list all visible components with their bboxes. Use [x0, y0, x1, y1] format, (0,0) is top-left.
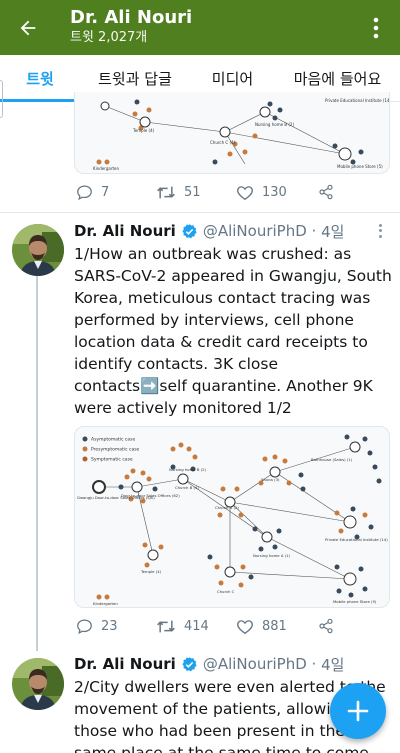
diagram-label: Church A (2): [215, 505, 239, 510]
retweet-count: 51: [184, 184, 201, 200]
tweet-count: 트윗 2,027개: [70, 30, 148, 45]
diagram-label: Private Educational Institute (14): [325, 537, 388, 542]
app-bar: Dr. Ali Nouri 트윗 2,027개: [0, 0, 400, 55]
retweet-button[interactable]: 51: [156, 184, 236, 201]
like-button[interactable]: 130: [236, 184, 318, 201]
like-count: 130: [262, 184, 287, 200]
more-options-button[interactable]: [366, 15, 386, 41]
more-vertical-icon: [373, 17, 379, 39]
tweet-time: 4일: [321, 655, 345, 674]
share-button[interactable]: [318, 184, 334, 200]
tweet-divider: [0, 212, 400, 213]
share-button[interactable]: [318, 618, 334, 634]
retweet-button[interactable]: 414: [156, 618, 236, 635]
arrow-left-icon: [20, 20, 36, 36]
diagram-label: Sauna (3): [261, 477, 280, 482]
diagram-label: Temple (4): [140, 569, 162, 574]
heart-icon: [237, 619, 253, 634]
compose-tweet-button[interactable]: [330, 683, 386, 739]
network-diagram-icon: Temple (4) Nursing home B (2) Private Edu…: [93, 98, 390, 171]
network-diagram-icon: Asymptomatic case Presymptomatic case Sy…: [77, 434, 388, 606]
author-name[interactable]: Dr. Ali Nouri: [74, 222, 176, 240]
verified-icon: [182, 656, 197, 671]
reply-icon: [77, 184, 92, 200]
previous-tweet-actions: 7 51 130: [76, 181, 376, 203]
compose-plus-icon: [347, 700, 369, 722]
tweet-header: Dr. Ali Nouri @AliNouriPhD · 4일: [74, 653, 344, 675]
author-name[interactable]: Dr. Ali Nouri: [74, 655, 176, 673]
reply-icon: [77, 618, 92, 634]
tweet-header: Dr. Ali Nouri @AliNouriPhD · 4일: [74, 220, 344, 242]
thread-connector: [36, 276, 38, 651]
svg-text:Nursing home B (2): Nursing home B (2): [255, 122, 294, 127]
svg-text:Private Educational Institute: Private Educational Institute (14): [325, 98, 390, 103]
svg-text:Church C (4): Church C (4): [210, 140, 236, 145]
svg-text:Mobile phone Store (5): Mobile phone Store (5): [337, 164, 383, 169]
diagram-label: Gwangju Door-to-door Sales Offices (SJS): [77, 495, 155, 500]
reply-button[interactable]: 7: [76, 184, 156, 201]
author-handle: @AliNouriPhD: [202, 222, 307, 240]
dot-separator: ·: [306, 655, 322, 673]
verified-badge: [181, 656, 198, 673]
svg-text:Kindergarten: Kindergarten: [93, 166, 120, 171]
diagram-label: Bathhouse (Sales) (1): [311, 457, 353, 462]
tweet-text: 1/How an outbreak was crushed: as SARS-C…: [74, 243, 392, 419]
diagram-label: Kindergarten: [93, 601, 118, 606]
reply-count: 23: [101, 618, 118, 634]
diagram-label: Nursing home B (2): [169, 467, 207, 472]
edge-handle[interactable]: [0, 80, 3, 118]
heart-icon: [237, 185, 253, 200]
dot-separator: ·: [306, 222, 322, 240]
avatar[interactable]: [12, 658, 64, 710]
diagram-label: Mobile phone Store (5): [333, 599, 377, 604]
legend-symptomatic: Symptomatic case: [91, 457, 133, 463]
arrow-emoji: ➡️: [140, 377, 160, 395]
profile-photo-icon: [12, 224, 64, 276]
tweet-text-part: 1/How an outbreak was crushed: as SARS-C…: [74, 245, 392, 395]
like-button[interactable]: 881: [236, 618, 318, 635]
tab-tweets[interactable]: 트윗: [0, 55, 80, 102]
reply-count: 7: [101, 184, 110, 200]
tweet-menu-button[interactable]: [374, 223, 386, 239]
retweet-icon: [157, 186, 175, 198]
tweet-image[interactable]: Asymptomatic case Presymptomatic case Sy…: [74, 426, 390, 608]
author-handle: @AliNouriPhD: [202, 655, 307, 673]
share-icon: [319, 184, 333, 200]
legend-asymptomatic: Asymptomatic case: [91, 437, 135, 443]
back-button[interactable]: [14, 14, 42, 42]
like-count: 881: [262, 618, 287, 634]
diagram-label: Nursing home A (1): [253, 553, 291, 558]
retweet-count: 414: [184, 618, 209, 634]
svg-text:Temple (4): Temple (4): [132, 128, 155, 133]
profile-title-block: Dr. Ali Nouri 트윗 2,027개: [70, 7, 192, 47]
verified-icon: [182, 223, 197, 238]
verified-badge: [181, 223, 198, 240]
tweet-actions: 23 414 881: [76, 615, 376, 637]
legend-presymptomatic: Presymptomatic case: [91, 447, 140, 453]
diagram-label: Church C: [217, 589, 235, 594]
diagram-label: Church B (4): [175, 485, 199, 490]
share-icon: [319, 618, 333, 634]
reply-button[interactable]: 23: [76, 618, 156, 635]
previous-tweet-image[interactable]: Temple (4) Nursing home B (2) Private Edu…: [74, 92, 390, 174]
tweet-time: 4일: [321, 222, 345, 241]
profile-title: Dr. Ali Nouri: [70, 7, 193, 28]
profile-photo-icon: [12, 658, 64, 710]
avatar[interactable]: [12, 224, 64, 276]
retweet-icon: [157, 620, 175, 632]
